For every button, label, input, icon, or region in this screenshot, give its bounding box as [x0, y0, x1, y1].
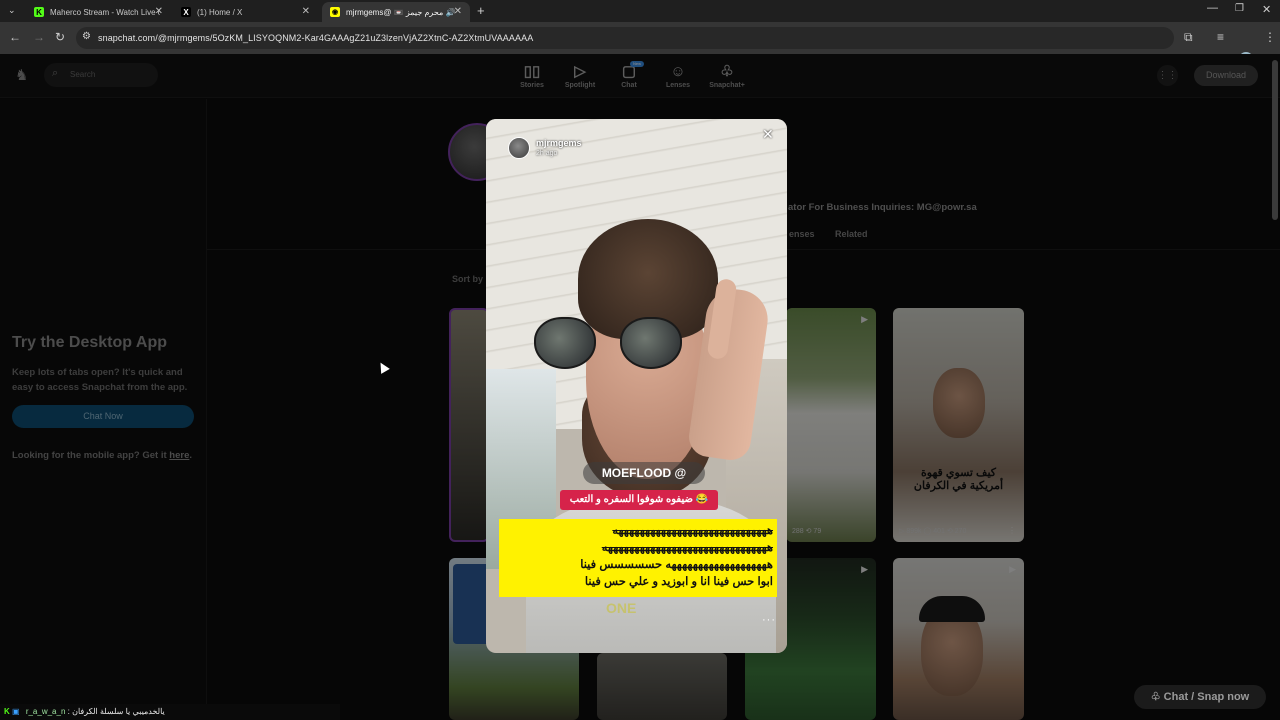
browser-menu-icon[interactable]: ⋮	[1264, 30, 1276, 44]
tab-x-home[interactable]: X (1) Home / X ✕	[173, 2, 318, 22]
ghost-icon: ♧	[1150, 691, 1164, 703]
snapchat-ghost-icon: ◉	[330, 7, 340, 17]
kick-icon: K	[34, 7, 44, 17]
close-icon[interactable]: ✕	[302, 6, 310, 17]
tab-maherco-stream[interactable]: K Maherco Stream - Watch Live o ✕	[26, 2, 171, 22]
url-text[interactable]: snapchat.com/@mjrmgems/5OzKM_LISYOQNM2-K…	[98, 33, 533, 43]
window-close-icon[interactable]: ✕	[1262, 3, 1271, 16]
page-scrollbar[interactable]	[1272, 60, 1278, 220]
story-mention-sticker[interactable]: MOEFLOOD @	[583, 462, 705, 484]
caption-line: هههههههههههههههههههههههههههههه	[612, 525, 773, 537]
tab-title: (1) Home / X	[197, 7, 243, 17]
chat-snap-now-button[interactable]: ♧ Chat / Snap now	[1134, 685, 1266, 709]
minimize-icon[interactable]: —	[1207, 2, 1218, 14]
tab-title: mjrmgems@ 📼 محرم جيمز 🔊	[346, 7, 456, 17]
sunglasses-right-lens	[620, 317, 682, 369]
kick-icon: K	[4, 707, 10, 716]
chat-username: r_a_w_a_n	[25, 707, 66, 716]
caption-line: هههههههههههههههههههه حسسسسس فينا	[580, 559, 773, 571]
story-more-icon[interactable]: ···	[762, 614, 776, 626]
sunglasses-left-lens	[534, 317, 596, 369]
story-timestamp: 2h ago	[536, 150, 558, 157]
story-author-avatar[interactable]	[508, 137, 530, 159]
caption-line: ابوا حس فينا انا و ابوزيد و علي حس فينا	[584, 576, 773, 588]
chat-message: : يالخدميبي يا سلسلة الكرفان	[67, 707, 165, 716]
forward-arrow-icon[interactable]: →	[33, 30, 45, 44]
restore-icon[interactable]: ❐	[1235, 3, 1244, 14]
extensions-icon[interactable]: ⧉	[1184, 30, 1193, 45]
media-control-icon[interactable]: ≡	[1217, 30, 1224, 44]
reload-icon[interactable]: ↻	[55, 30, 65, 44]
caption-line: هههههههههههههههههههههههههههههههه	[601, 542, 773, 554]
chat-badge-icon: ▣	[12, 707, 20, 716]
story-caption-pink: 😂 ضيفوه شوفوا السفره و التعب	[560, 490, 718, 510]
stream-chat-ticker: K ▣ r_a_w_a_n : يالخدميبي يا سلسلة الكرف…	[0, 704, 340, 720]
site-info-icon[interactable]: ⚙	[82, 31, 91, 42]
x-logo-icon: X	[181, 7, 191, 17]
chat-snap-label: Chat / Snap now	[1163, 691, 1250, 703]
new-tab-plus-icon[interactable]: +	[477, 3, 485, 18]
story-username[interactable]: mjrmgems	[536, 138, 582, 148]
close-icon[interactable]: ✕	[155, 6, 163, 17]
browser-tabbar: ⌄ K Maherco Stream - Watch Live o ✕ X (1…	[0, 0, 1280, 22]
close-icon[interactable]: ✕	[454, 6, 462, 17]
shirt-print: ONE	[606, 600, 637, 616]
close-icon[interactable]: ✕	[762, 126, 774, 143]
tab-title: Maherco Stream - Watch Live o	[50, 7, 160, 17]
tab-search-icon[interactable]: ⌄	[8, 5, 16, 16]
back-arrow-icon[interactable]: ←	[9, 30, 21, 44]
story-caption-yellow: هههههههههههههههههههههههههههههه ههههههههه…	[499, 519, 777, 597]
tab-snapchat-mjrmgems[interactable]: ◉ mjrmgems@ 📼 محرم جيمز 🔊 ✕	[322, 2, 470, 22]
